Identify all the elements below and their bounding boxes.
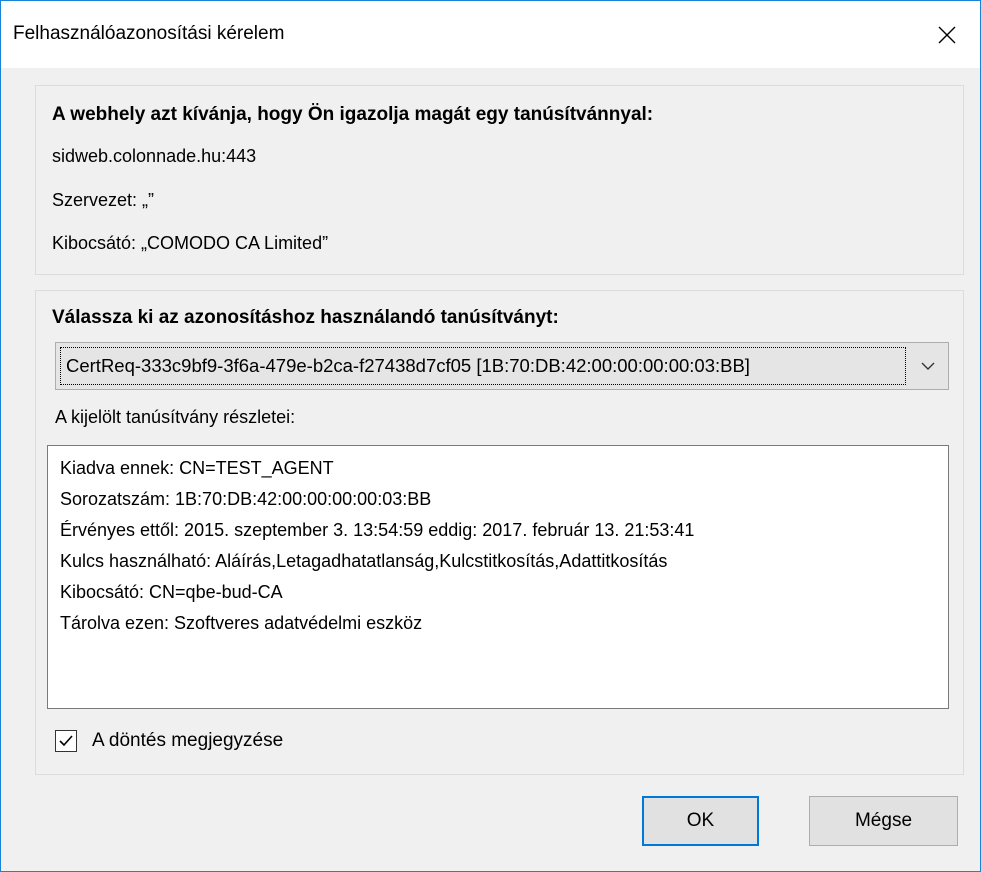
details-line: Kulcs használható: Aláírás,Letagadhatatl… (60, 551, 668, 571)
certificate-dialog: Felhasználóazonosítási kérelem A webhely… (0, 0, 981, 872)
window-title: Felhasználóazonosítási kérelem (13, 23, 285, 44)
site-host: sidweb.colonnade.hu:443 (52, 146, 257, 166)
cert-select-heading: Válassza ki az azonosításhoz használandó… (52, 307, 559, 328)
site-info-heading: A webhely azt kívánja, hogy Ön igazolja … (52, 104, 654, 125)
details-line: Érvényes ettől: 2015. szeptember 3. 13:5… (60, 520, 695, 540)
close-icon (938, 26, 956, 43)
details-line: Kiadva ennek: CN=TEST_AGENT (60, 458, 334, 478)
certificate-dropdown[interactable]: CertReq-333c9bf9-3f6a-479e-b2ca-f27438d7… (55, 342, 949, 390)
details-line: Kibocsátó: CN=qbe-bud-CA (60, 582, 283, 602)
cancel-button[interactable]: Mégse (809, 796, 958, 846)
remember-label[interactable]: A döntés megjegyzése (92, 730, 283, 752)
title-bar: Felhasználóazonosítási kérelem (1, 1, 980, 68)
ok-button[interactable]: OK (642, 796, 759, 846)
site-organization: Szervezet: „” (52, 190, 155, 210)
site-issuer: Kibocsátó: „COMODO CA Limited” (52, 233, 329, 253)
details-label: A kijelölt tanúsítvány részletei: (55, 407, 296, 427)
chevron-down-icon (921, 362, 935, 370)
close-button[interactable] (914, 1, 980, 68)
certificate-details-box[interactable]: Kiadva ennek: CN=TEST_AGENT Sorozatszám:… (47, 445, 949, 709)
remember-checkbox[interactable] (55, 730, 77, 752)
details-line: Sorozatszám: 1B:70:DB:42:00:00:00:00:03:… (60, 489, 432, 509)
certificate-dropdown-value: CertReq-333c9bf9-3f6a-479e-b2ca-f27438d7… (66, 355, 750, 376)
details-line: Tárolva ezen: Szoftveres adatvédelmi esz… (60, 613, 423, 633)
check-icon (59, 735, 73, 747)
